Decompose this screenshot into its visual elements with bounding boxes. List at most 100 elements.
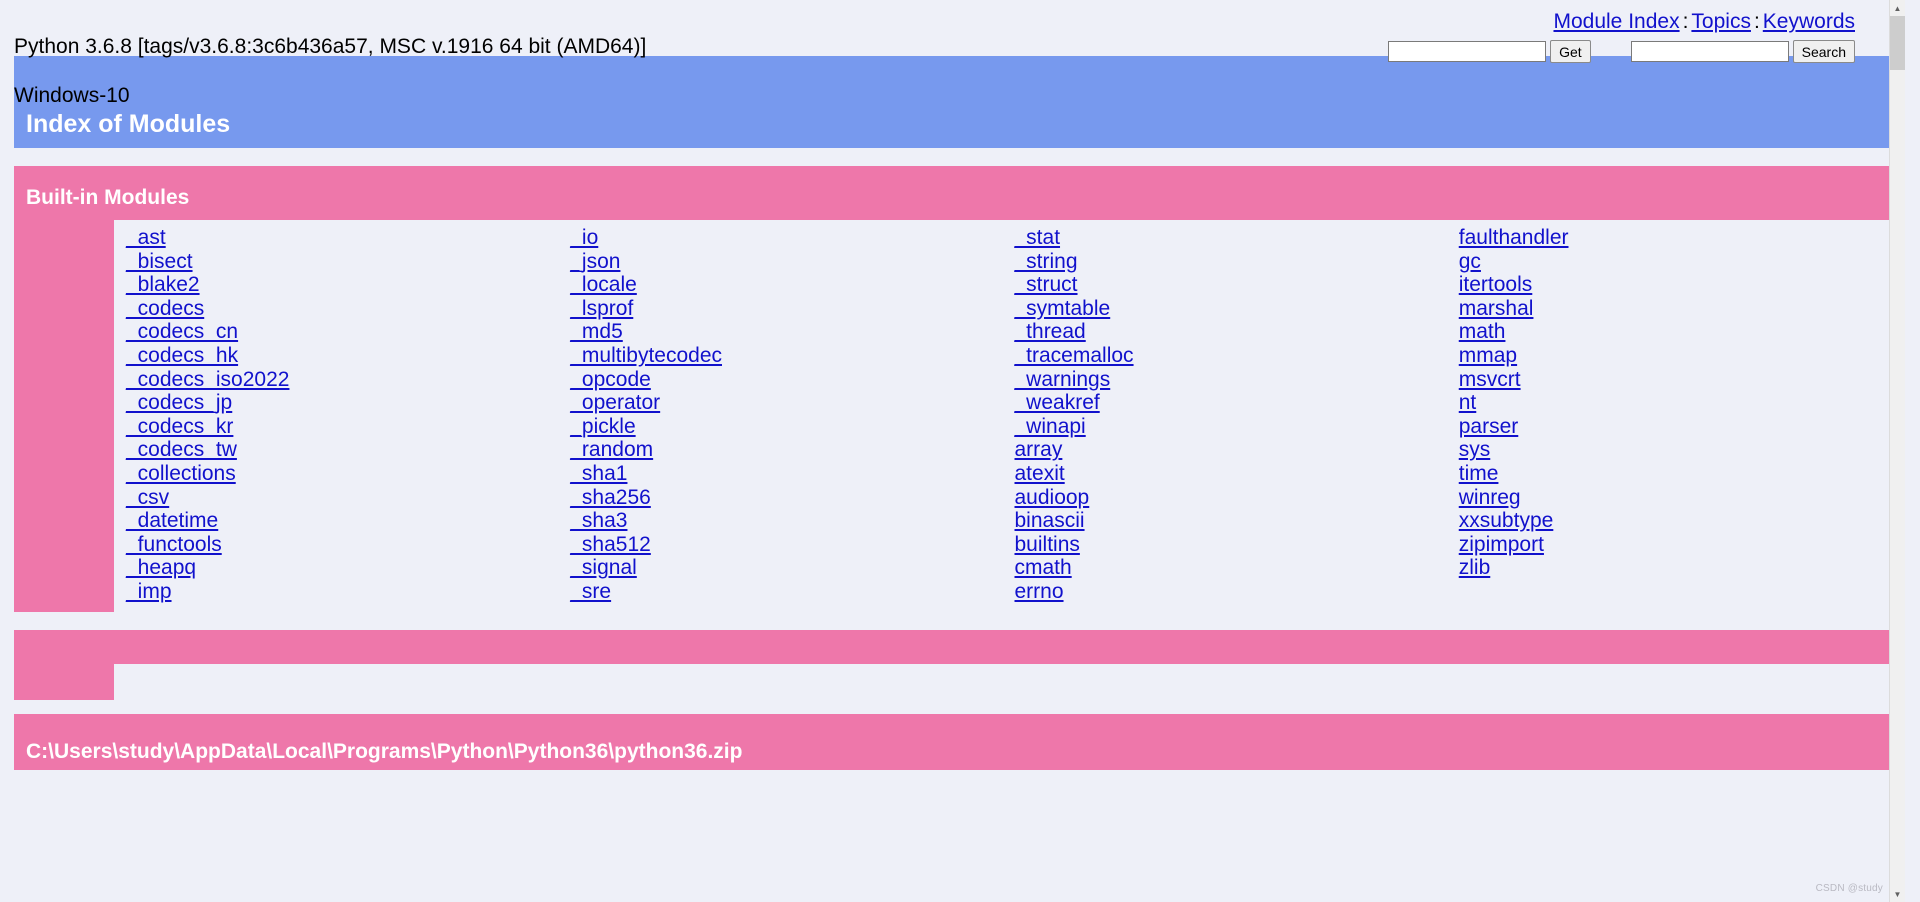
scroll-up-arrow-icon[interactable]: ▲ (1890, 0, 1905, 16)
search-input[interactable] (1630, 41, 1789, 62)
module-column-2: _io _json _locale _lsprof _md5 _multibyt… (558, 226, 1002, 604)
module-link[interactable]: _io (570, 226, 1002, 250)
module-link[interactable]: _random (570, 438, 1002, 462)
module-link[interactable]: cmath (1015, 556, 1447, 580)
module-link[interactable]: _codecs_jp (126, 391, 558, 415)
module-link[interactable]: binascii (1015, 509, 1447, 533)
module-link[interactable]: _string (1015, 250, 1447, 274)
module-link[interactable]: _signal (570, 556, 1002, 580)
header-nav: Module Index: Topics: Keywords Get Search (1388, 10, 1891, 63)
module-column-1: _ast _bisect _blake2 _codecs _codecs_cn … (114, 226, 558, 604)
scroll-down-arrow-icon[interactable]: ▼ (1890, 886, 1905, 902)
module-link[interactable]: _md5 (570, 320, 1002, 344)
builtin-modules-section: Built-in Modules _ast _bisect _blake2 _c… (14, 166, 1891, 612)
python-version-line: Python 3.6.8 [tags/v3.6.8:3c6b436a57, MS… (14, 34, 647, 58)
module-link[interactable]: _codecs_tw (126, 438, 558, 462)
module-link[interactable]: _ast (126, 226, 558, 250)
module-link[interactable]: atexit (1015, 462, 1447, 486)
module-link[interactable]: _codecs_iso2022 (126, 368, 558, 392)
module-link[interactable]: zlib (1459, 556, 1891, 580)
module-link[interactable]: _collections (126, 462, 558, 486)
vertical-scrollbar[interactable]: ▲ ▼ (1889, 0, 1905, 902)
module-link[interactable]: _bisect (126, 250, 558, 274)
module-link[interactable]: builtins (1015, 533, 1447, 557)
module-link[interactable]: _blake2 (126, 273, 558, 297)
platform-line: Windows-10 (14, 84, 130, 108)
module-link[interactable]: _codecs (126, 297, 558, 321)
pydoc-page: Python 3.6.8 [tags/v3.6.8:3c6b436a57, MS… (0, 0, 1905, 902)
module-link[interactable]: _warnings (1015, 368, 1447, 392)
module-link[interactable]: _operator (570, 391, 1002, 415)
module-link[interactable]: _codecs_cn (126, 320, 558, 344)
builtin-modules-content: _ast _bisect _blake2 _codecs _codecs_cn … (114, 220, 1891, 612)
get-input[interactable] (1388, 41, 1547, 62)
module-link[interactable]: nt (1459, 391, 1891, 415)
module-link[interactable]: _sha512 (570, 533, 1002, 557)
search-button[interactable]: Search (1792, 40, 1855, 63)
keywords-link[interactable]: Keywords (1763, 10, 1855, 33)
module-link[interactable]: _pickle (570, 415, 1002, 439)
module-link[interactable]: time (1459, 462, 1891, 486)
module-link[interactable]: _heapq (126, 556, 558, 580)
module-link[interactable]: zipimport (1459, 533, 1891, 557)
module-link[interactable]: _datetime (126, 509, 558, 533)
module-link[interactable]: _codecs_kr (126, 415, 558, 439)
module-link[interactable]: _json (570, 250, 1002, 274)
module-link[interactable]: _sha3 (570, 509, 1002, 533)
module-link[interactable]: _imp (126, 580, 558, 604)
module-link[interactable]: _tracemalloc (1015, 344, 1447, 368)
header-forms: Get Search (1388, 40, 1855, 63)
builtin-modules-heading: Built-in Modules (14, 166, 1891, 220)
module-link[interactable]: _functools (126, 533, 558, 557)
module-link[interactable]: faulthandler (1459, 226, 1891, 250)
watermark: CSDN @study (1815, 883, 1883, 894)
next-section-left-rail (14, 663, 114, 700)
next-section-body (14, 663, 1891, 700)
module-link[interactable]: array (1015, 438, 1447, 462)
module-link[interactable]: _locale (570, 273, 1002, 297)
module-link[interactable]: gc (1459, 250, 1891, 274)
module-link[interactable]: _sha256 (570, 486, 1002, 510)
nav-separator-2: : (1753, 10, 1760, 33)
next-section-content (114, 663, 1891, 700)
module-grid: _ast _bisect _blake2 _codecs _codecs_cn … (114, 226, 1891, 604)
module-link[interactable]: _lsprof (570, 297, 1002, 321)
module-link[interactable]: marshal (1459, 297, 1891, 321)
page-header: Python 3.6.8 [tags/v3.6.8:3c6b436a57, MS… (0, 0, 1905, 107)
module-link[interactable]: _codecs_hk (126, 344, 558, 368)
module-link[interactable]: audioop (1015, 486, 1447, 510)
next-section-partial (14, 629, 1891, 700)
module-link[interactable]: _multibytecodec (570, 344, 1002, 368)
module-link[interactable]: _winapi (1015, 415, 1447, 439)
module-link[interactable]: _thread (1015, 320, 1447, 344)
module-index-link[interactable]: Module Index (1553, 10, 1679, 33)
topics-link[interactable]: Topics (1691, 10, 1751, 33)
module-link[interactable]: msvcrt (1459, 368, 1891, 392)
module-link[interactable]: parser (1459, 415, 1891, 439)
module-link[interactable]: itertools (1459, 273, 1891, 297)
module-link[interactable]: errno (1015, 580, 1447, 604)
module-link[interactable]: xxsubtype (1459, 509, 1891, 533)
section-left-rail (14, 220, 114, 612)
module-link[interactable]: _symtable (1015, 297, 1447, 321)
nav-separator-1: : (1682, 10, 1689, 33)
next-section-heading (14, 629, 1891, 664)
nav-links: Module Index: Topics: Keywords (1388, 10, 1855, 34)
module-link[interactable]: _struct (1015, 273, 1447, 297)
module-link[interactable]: mmap (1459, 344, 1891, 368)
scrollbar-thumb[interactable] (1890, 16, 1905, 70)
module-link[interactable]: _weakref (1015, 391, 1447, 415)
module-column-3: _stat _string _struct _symtable _thread … (1003, 226, 1447, 604)
path-section-heading: C:\Users\study\AppData\Local\Programs\Py… (14, 713, 1891, 770)
module-link[interactable]: winreg (1459, 486, 1891, 510)
module-link[interactable]: math (1459, 320, 1891, 344)
module-link[interactable]: _sre (570, 580, 1002, 604)
module-link[interactable]: _sha1 (570, 462, 1002, 486)
path-section: C:\Users\study\AppData\Local\Programs\Py… (14, 713, 1891, 770)
builtin-modules-body: _ast _bisect _blake2 _codecs _codecs_cn … (14, 220, 1891, 612)
module-link[interactable]: sys (1459, 438, 1891, 462)
get-button[interactable]: Get (1550, 40, 1591, 63)
module-link[interactable]: _csv (126, 486, 558, 510)
module-link[interactable]: _opcode (570, 368, 1002, 392)
module-link[interactable]: _stat (1015, 226, 1447, 250)
